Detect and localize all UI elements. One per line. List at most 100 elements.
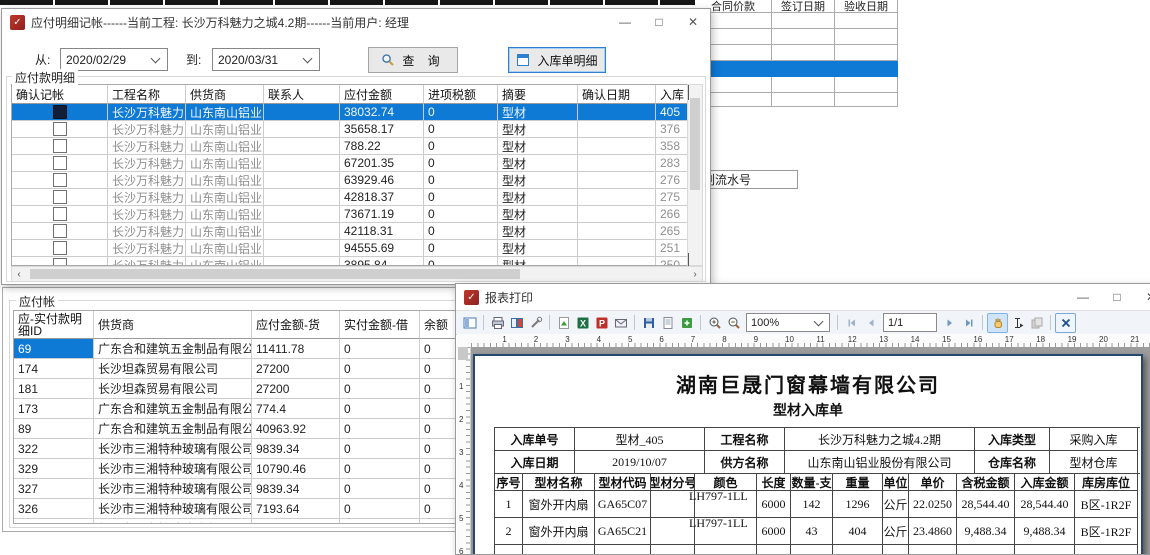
close-button[interactable]: ✕ [1134, 284, 1150, 310]
table-row[interactable]: 326长沙市三湘特种玻璃有限公司7193.6400 [14, 499, 472, 519]
confirm-checkbox[interactable] [53, 173, 67, 187]
confirm-checkbox[interactable] [53, 156, 67, 170]
confirm-checkbox[interactable] [53, 139, 67, 153]
report-cell: 6000 [757, 491, 791, 518]
scroll-left-arrow[interactable]: ‹ [12, 269, 26, 280]
cell-contact [264, 172, 340, 189]
query-button[interactable]: 查 询 [368, 47, 458, 73]
background-empty-row [695, 93, 898, 107]
cell-id: 173 [14, 399, 94, 419]
table-row[interactable]: 32长沙市三湘特种玻璃有限公司 [14, 519, 472, 524]
maximize-button[interactable]: □ [1100, 284, 1134, 310]
options-tools-icon[interactable] [526, 314, 545, 332]
report-company-name: 湖南巨晟门窗幕墙有限公司 [475, 369, 1141, 398]
table-row[interactable]: 89广东合和建筑五金制品有限公司40963.9200 [14, 419, 472, 439]
table-row[interactable]: 181长沙坦森贸易有限公司2720000 [14, 379, 472, 399]
table-row[interactable]: 长沙万科魅力...山东南山铝业...42818.370型材275 [12, 189, 688, 206]
table-row[interactable]: 329长沙市三湘特种玻璃有限公司10790.4600 [14, 459, 472, 479]
text-select-tool-icon[interactable] [1008, 314, 1027, 332]
table-row[interactable]: 长沙万科魅力...山东南山铝业...73671.190型材266 [12, 206, 688, 223]
title-bar[interactable]: ✓ 应付明细记帐------当前工程: 长沙万科魅力之城4.2期------当前… [2, 9, 710, 35]
vertical-scrollbar[interactable] [687, 84, 703, 266]
confirm-checkbox-cell [12, 121, 108, 138]
column-header: 实付金额-借 [340, 311, 420, 339]
table-row[interactable]: 69广东合和建筑五金制品有限公司11411.7800 [14, 339, 472, 359]
page-setup-book-icon[interactable] [507, 314, 526, 332]
zoom-in-icon[interactable] [705, 314, 724, 332]
export-image-icon[interactable] [554, 314, 573, 332]
table-row[interactable]: 长沙万科魅力...山东南山铝业...63929.460型材276 [12, 172, 688, 189]
confirm-checkbox[interactable] [53, 105, 67, 119]
table-row[interactable]: 长沙万科魅力...山东南山铝业...788.220型材358 [12, 138, 688, 155]
from-date-combobox[interactable]: 2020/02/29 [60, 48, 168, 71]
ruler-number: 1 [502, 335, 506, 344]
horizontal-scroll-thumb[interactable] [30, 269, 520, 279]
table-row[interactable]: 长沙万科魅力...山东南山铝业...42118.310型材265 [12, 223, 688, 240]
cell-summary: 型材 [498, 138, 578, 155]
table-row[interactable]: 长沙万科魅力...山东南山铝业...38032.740型材405 [12, 104, 688, 121]
ruler-number: 17 [1005, 335, 1014, 344]
column-header: 入库 [656, 85, 688, 104]
print-icon[interactable] [488, 314, 507, 332]
scroll-down-arrow[interactable] [688, 253, 702, 265]
receipt-detail-button[interactable]: 入库单明细 [508, 47, 606, 73]
last-page-icon[interactable] [959, 314, 978, 332]
table-row[interactable]: 长沙万科魅力...山东南山铝业...3895.840型材250 [12, 257, 688, 266]
export-document-icon[interactable] [658, 314, 677, 332]
title-bar[interactable]: ✓ 报表打印 — □ ✕ [456, 284, 1150, 310]
confirm-checkbox[interactable] [53, 207, 67, 221]
confirm-checkbox[interactable] [53, 122, 67, 136]
first-page-icon[interactable] [842, 314, 861, 332]
save-icon[interactable] [639, 314, 658, 332]
confirm-checkbox[interactable] [53, 224, 67, 238]
close-button[interactable]: ✕ [676, 9, 710, 35]
ruler-number: 11 [816, 335, 824, 344]
report-doc-title: 型材入库单 [475, 400, 1141, 420]
table-row[interactable]: 长沙万科魅力...山东南山铝业...94555.690型材251 [12, 240, 688, 257]
hand-tool-icon[interactable] [987, 313, 1008, 333]
copy-pages-icon[interactable] [1027, 314, 1046, 332]
cell-payable-amount: 9839.34 [252, 479, 340, 499]
cell-summary: 型材 [498, 240, 578, 257]
confirm-checkbox[interactable] [53, 190, 67, 204]
sidebar-toggle-icon[interactable] [460, 314, 479, 332]
ruler-number: 18 [1036, 335, 1045, 344]
zoom-out-icon[interactable] [724, 314, 743, 332]
page-indicator-input[interactable]: 1/1 [883, 313, 937, 332]
minimize-button[interactable]: — [608, 9, 642, 35]
to-date-combobox[interactable]: 2020/03/31 [212, 48, 320, 71]
export-excel-icon[interactable]: X [573, 314, 592, 332]
export-mail-icon[interactable] [611, 314, 630, 332]
cell-receipt-no: 283 [656, 155, 688, 172]
next-page-icon[interactable] [940, 314, 959, 332]
table-row[interactable]: 322长沙市三湘特种玻璃有限公司9839.3400 [14, 439, 472, 459]
report-column-header: 型材分号 [651, 474, 695, 491]
table-row[interactable]: 长沙万科魅力...山东南山铝业...35658.170型材376 [12, 121, 688, 138]
report-cell [495, 545, 523, 554]
export-pdf-icon[interactable]: P [592, 314, 611, 332]
cell-supplier: 广东合和建筑五金制品有限公司 [94, 419, 252, 439]
close-preview-icon[interactable] [1055, 313, 1076, 333]
table-row[interactable]: 173广东合和建筑五金制品有限公司774.400 [14, 399, 472, 419]
confirm-checkbox[interactable] [53, 258, 67, 266]
scroll-right-arrow[interactable]: › [688, 269, 702, 280]
background-column-header: 签订日期 [772, 0, 835, 13]
maximize-button[interactable]: □ [642, 9, 676, 35]
vertical-scroll-thumb[interactable] [690, 98, 700, 190]
ruler-number: 3 [459, 448, 463, 457]
export-html-icon[interactable] [677, 314, 696, 332]
table-row[interactable]: 174长沙坦森贸易有限公司2720000 [14, 359, 472, 379]
scroll-up-arrow[interactable] [688, 85, 702, 97]
prev-page-icon[interactable] [861, 314, 880, 332]
zoom-level-combobox[interactable]: 100% [746, 313, 830, 332]
minimize-button[interactable]: — [1066, 284, 1100, 310]
table-row[interactable]: 327长沙市三湘特种玻璃有限公司9839.3400 [14, 479, 472, 499]
table-row[interactable]: 长沙万科魅力...山东南山铝业...67201.350型材283 [12, 155, 688, 172]
report-preview-area[interactable]: 123456 湖南巨晟门窗幕墙有限公司 型材入库单 入库单号型材_405工程名称… [457, 347, 1150, 554]
report-cell: GA65C21 [595, 518, 651, 545]
cell-payable-amount: 7193.64 [252, 499, 340, 519]
confirm-checkbox[interactable] [53, 241, 67, 255]
horizontal-scrollbar[interactable]: ‹ › [11, 266, 703, 282]
cell-supplier: 长沙市三湘特种玻璃有限公司 [94, 519, 252, 524]
background-empty-cell [772, 77, 835, 93]
